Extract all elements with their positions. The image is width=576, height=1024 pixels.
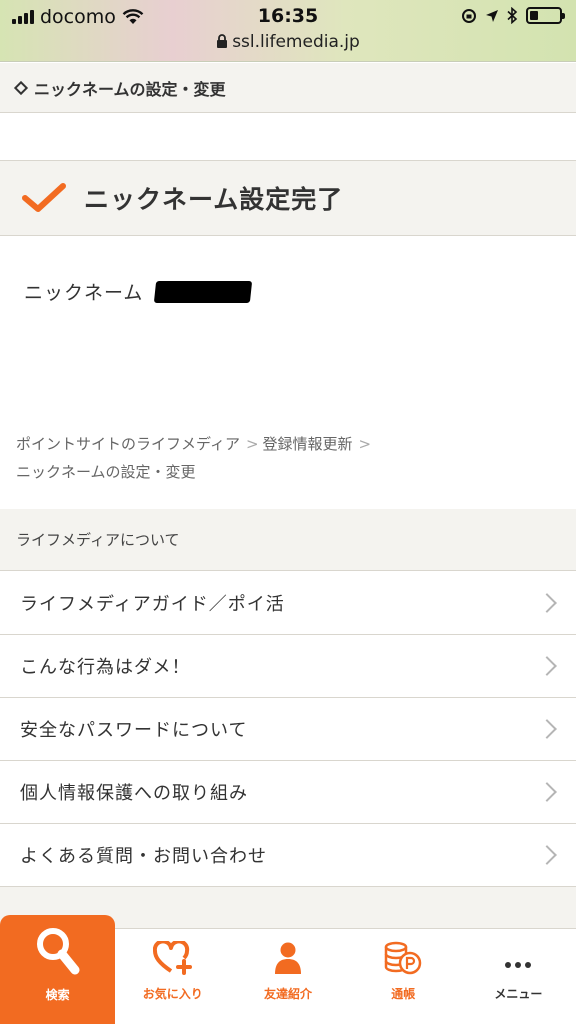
chevron-right-icon [537, 656, 557, 676]
tab-passbook[interactable]: 通帳 [346, 929, 461, 1024]
tab-invite[interactable]: 友達紹介 [230, 929, 345, 1024]
completion-title: ニックネーム設定完了 [84, 185, 344, 214]
address-bar[interactable]: ssl.lifemedia.jp [0, 32, 576, 52]
nickname-value-redacted [154, 280, 253, 303]
list-item-faq[interactable]: よくある質問・お問い合わせ [0, 824, 576, 887]
tab-label: 検索 [45, 988, 70, 1002]
battery-fill [530, 11, 539, 20]
tab-menu[interactable]: メニュー [461, 929, 576, 1024]
breadcrumb-account-link[interactable]: 登録情報更新 [263, 435, 353, 453]
list-item-prohibited[interactable]: こんな行為はダメ！ [0, 635, 576, 698]
completion-banner: ニックネーム設定完了 [0, 160, 576, 236]
tab-search[interactable]: 検索 [0, 915, 116, 1024]
list-item-label: よくある質問・お問い合わせ [20, 846, 267, 867]
search-icon [36, 928, 80, 975]
tab-favorites[interactable]: お気に入り [115, 929, 230, 1024]
chevron-right-icon [537, 845, 557, 865]
tab-label: 通帳 [391, 987, 416, 1001]
heart-plus-icon [152, 941, 192, 975]
list-item-label: 安全なパスワードについて [20, 720, 248, 741]
breadcrumb-separator-icon: > [245, 435, 259, 453]
list-item-label: ライフメディアガイド／ポイ活 [20, 594, 285, 615]
list-item-guide[interactable]: ライフメディアガイド／ポイ活 [0, 572, 576, 635]
nickname-row: ニックネーム [24, 278, 253, 305]
chevron-right-icon [537, 593, 557, 613]
chevron-right-icon [537, 719, 557, 739]
more-icon [505, 962, 532, 968]
status-right [461, 7, 565, 24]
bluetooth-icon [507, 7, 518, 24]
breadcrumb-separator-icon: > [358, 435, 372, 453]
about-section-heading: ライフメディアについて [0, 509, 576, 571]
list-item-privacy[interactable]: 個人情報保護への取り組み [0, 761, 576, 824]
tab-label: メニュー [494, 987, 543, 1001]
list-item-password[interactable]: 安全なパスワードについて [0, 698, 576, 761]
person-icon [275, 942, 301, 974]
list-item-label: こんな行為はダメ！ [20, 657, 191, 678]
nickname-label: ニックネーム [24, 282, 144, 304]
chevron-right-icon [537, 782, 557, 802]
battery-icon [526, 7, 565, 24]
tab-label: お気に入り [142, 987, 203, 1001]
url-text: ssl.lifemedia.jp [232, 32, 360, 52]
location-icon [486, 9, 498, 22]
breadcrumb-current: ニックネームの設定・変更 [16, 463, 196, 481]
page-header: ニックネームの設定・変更 [0, 63, 576, 113]
bottom-tab-bar: 検索 お気に入り 友達紹介 通帳 メニュー [0, 915, 576, 1024]
breadcrumb: ポイントサイトのライフメディア > 登録情報更新 > ニックネームの設定・変更 [16, 430, 556, 486]
about-link-list: ライフメディアガイド／ポイ活 こんな行為はダメ！ 安全なパスワードについて 個人… [0, 572, 576, 887]
lock-icon [217, 34, 228, 48]
tab-label: 友達紹介 [264, 987, 313, 1001]
diamond-icon [13, 80, 29, 95]
breadcrumb-home-link[interactable]: ポイントサイトのライフメディア [16, 435, 240, 453]
orientation-lock-icon [462, 8, 476, 23]
coins-icon [384, 941, 422, 975]
checkmark-icon [22, 183, 66, 212]
page-title: ニックネームの設定・変更 [34, 79, 226, 99]
list-item-label: 個人情報保護への取り組み [20, 783, 248, 804]
status-bar: docomo 16:35 ssl.lifemedia.jp [0, 0, 576, 62]
